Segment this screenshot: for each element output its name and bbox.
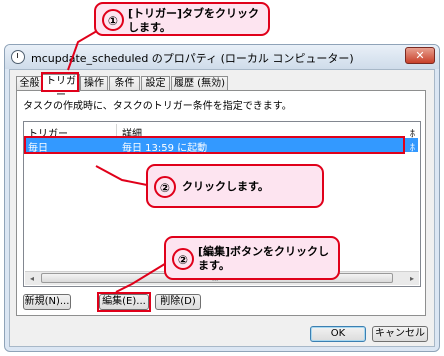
close-button[interactable]: ✕	[405, 47, 435, 64]
dialog-content: 全般 トリガー 操作 条件 設定 履歴 (無効) タスクの作成時に、タスクのトリ…	[9, 69, 435, 347]
delete-button[interactable]: 削除(D)	[155, 294, 201, 310]
callout-number: ②	[172, 248, 194, 270]
row-highlight-box	[24, 136, 405, 154]
clock-icon	[11, 50, 25, 64]
callout-text-line1: [トリガー]タブをクリック	[128, 7, 260, 20]
callout-click-edit-button: ② [編集]ボタンをクリックし ます。	[164, 236, 340, 280]
edit-button-highlight-box	[97, 292, 151, 312]
tab-conditions[interactable]: 条件	[109, 76, 140, 91]
column-separator[interactable]	[116, 124, 117, 136]
title-bar: mcupdate_scheduled のプロパティ (ローカル コンピューター)…	[5, 45, 439, 69]
callout-text-line1: クリックします。	[182, 180, 269, 193]
tab-general[interactable]: 全般	[16, 76, 43, 91]
tab-history[interactable]: 履歴 (無効)	[171, 76, 228, 91]
callout-click-trigger-tab: ① [トリガー]タブをクリック します。	[94, 2, 270, 36]
callout-text-line2: します。	[128, 21, 171, 34]
cell-overflow: ﾎ	[410, 143, 415, 154]
callout-click-row: ② クリックします。	[146, 164, 324, 208]
tab-actions[interactable]: 操作	[80, 76, 108, 91]
callout-number: ①	[102, 9, 124, 31]
callout-number: ②	[154, 176, 176, 198]
new-button[interactable]: 新規(N)...	[23, 294, 71, 310]
callout-text-line2: ます。	[198, 259, 230, 272]
callout-text-line1: [編集]ボタンをクリックし	[198, 245, 330, 258]
cancel-button[interactable]: キャンセル	[372, 326, 428, 342]
window-title: mcupdate_scheduled のプロパティ (ローカル コンピューター)	[31, 52, 354, 65]
ok-button[interactable]: OK	[310, 326, 366, 342]
tab-settings[interactable]: 設定	[141, 76, 170, 91]
tab-highlight-box	[41, 72, 79, 92]
scroll-right-icon[interactable]: ▸	[405, 272, 419, 285]
scroll-left-icon[interactable]: ◂	[25, 272, 39, 285]
